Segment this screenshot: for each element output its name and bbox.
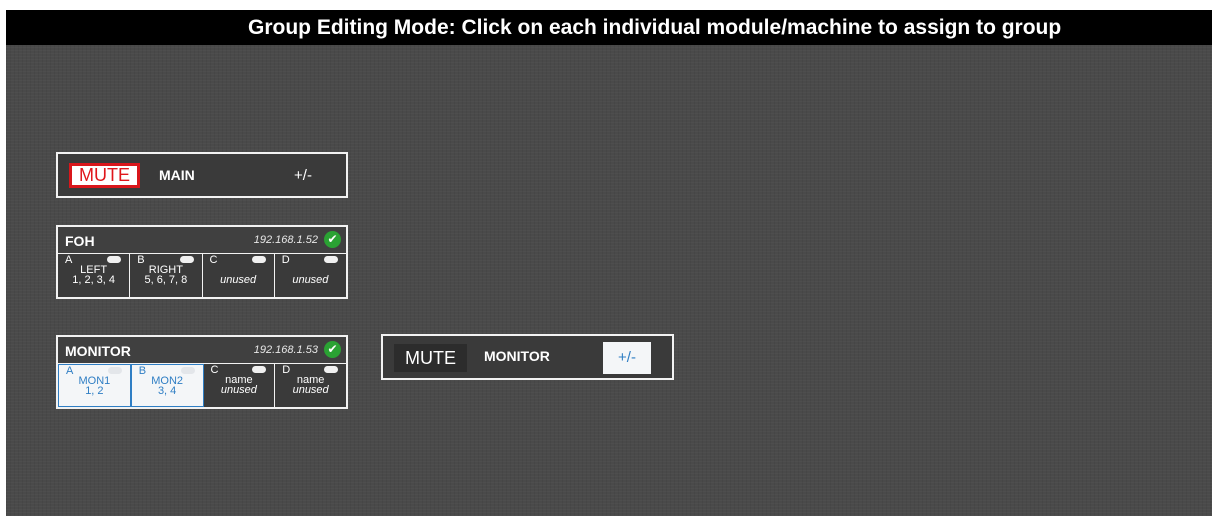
led-indicator <box>179 256 194 263</box>
module-channels: unused <box>220 384 257 396</box>
trim-button-monitor[interactable]: +/- <box>603 342 651 374</box>
trim-button-main[interactable]: +/- <box>285 162 321 190</box>
module-channels: 5, 6, 7, 8 <box>144 274 188 286</box>
module-a[interactable]: A MON1 1, 2 <box>58 364 131 407</box>
module-b[interactable]: B RIGHT 5, 6, 7, 8 <box>130 254 203 297</box>
led-indicator <box>107 256 122 263</box>
led-indicator <box>251 256 266 263</box>
module-a[interactable]: A LEFT 1, 2, 3, 4 <box>58 254 131 297</box>
machine-foh[interactable]: FOH 192.168.1.52 ✔ A LEFT 1, 2, 3, 4 B RI… <box>56 225 348 299</box>
module-channels: unused <box>220 274 257 286</box>
module-letter: C <box>209 254 218 266</box>
module-c[interactable]: C name unused <box>204 364 276 407</box>
group-name-main: MAIN <box>159 167 195 183</box>
checkmark-icon: ✔ <box>324 231 341 248</box>
module-channels: 1, 2, 3, 4 <box>72 274 116 286</box>
module-letter: D <box>281 254 290 266</box>
machine-name: FOH <box>65 233 95 249</box>
machine-name: MONITOR <box>65 343 131 359</box>
module-d[interactable]: D name unused <box>275 364 346 407</box>
machine-header: FOH 192.168.1.52 ✔ <box>58 227 346 254</box>
machine-monitor[interactable]: MONITOR 192.168.1.53 ✔ A MON1 1, 2 B MON2… <box>56 335 348 409</box>
module-channels: unused <box>292 274 329 286</box>
led-indicator <box>252 366 267 373</box>
module-d[interactable]: D unused <box>275 254 346 297</box>
group-main: MUTE MAIN +/- <box>56 152 348 198</box>
machine-ip: 192.168.1.52 <box>253 234 318 246</box>
machine-header: MONITOR 192.168.1.53 ✔ <box>58 337 346 364</box>
mute-button-monitor[interactable]: MUTE <box>394 344 467 372</box>
module-b[interactable]: B MON2 3, 4 <box>130 364 204 407</box>
machine-ip: 192.168.1.53 <box>253 344 318 356</box>
group-name-monitor: MONITOR <box>484 348 550 364</box>
group-monitor: MUTE MONITOR +/- <box>381 334 674 380</box>
mute-button-main[interactable]: MUTE <box>69 163 140 188</box>
module-channels: 3, 4 <box>157 385 177 397</box>
led-indicator <box>180 367 195 374</box>
module-channels: unused <box>292 384 329 396</box>
led-indicator <box>324 256 338 263</box>
led-indicator <box>324 366 338 373</box>
mode-banner: Group Editing Mode: Click on each indivi… <box>6 10 1212 45</box>
module-c[interactable]: C unused <box>203 254 275 297</box>
led-indicator <box>107 367 122 374</box>
module-channels: 1, 2 <box>85 385 104 397</box>
checkmark-icon: ✔ <box>324 341 341 358</box>
